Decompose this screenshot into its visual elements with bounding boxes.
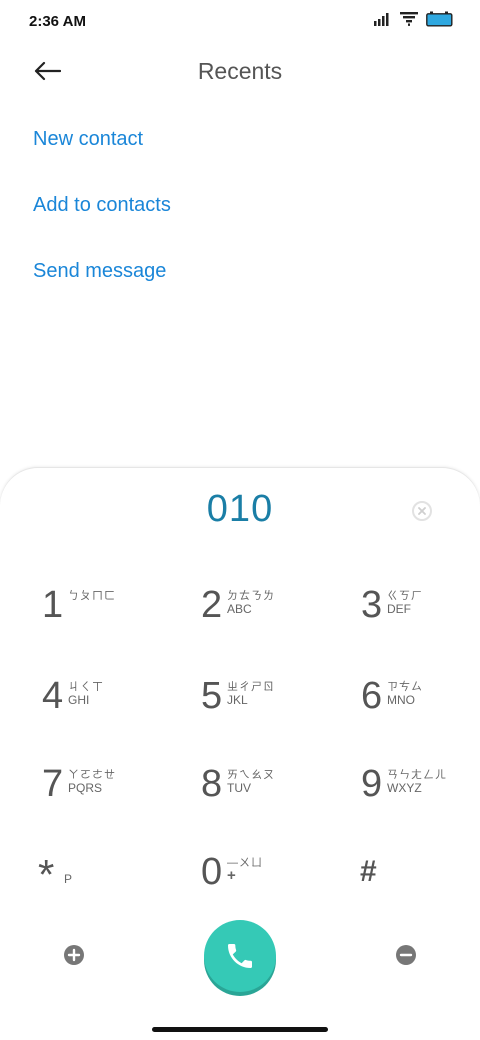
- key-letters: ABC: [227, 602, 252, 616]
- plus-icon: [64, 945, 84, 965]
- key-zhuyin: ㄍㄎㄏ: [387, 590, 423, 602]
- wifi-icon: [400, 12, 418, 26]
- key-letters: TUV: [227, 781, 251, 795]
- key-zhuyin: ㄢㄣㄤㄥㄦ: [387, 769, 447, 781]
- key-zhuyin: ㄅㄆㄇㄈ: [68, 590, 116, 602]
- key-digit: #: [360, 855, 377, 888]
- key-letters: MNO: [387, 693, 415, 707]
- key-zhuyin: ㄗㄘㄙ: [387, 681, 423, 693]
- key-digit: 2: [201, 584, 223, 626]
- key-digit: 8: [201, 763, 223, 805]
- key-digit: 1: [42, 584, 64, 626]
- key-digit: 6: [361, 675, 383, 717]
- remove-button[interactable]: [396, 945, 416, 965]
- key-zhuyin: ㄉㄊㄋㄌ: [227, 590, 275, 602]
- key-digit: 5: [201, 675, 223, 717]
- new-contact-link[interactable]: New contact: [33, 128, 143, 151]
- signal-icon: [374, 12, 392, 26]
- key-letters: JKL: [227, 693, 248, 707]
- clear-button[interactable]: [410, 499, 434, 523]
- battery-icon: [426, 11, 454, 27]
- key-zhuyin: ㄞㄟㄠㄡ: [227, 769, 275, 781]
- clear-icon: [410, 499, 434, 523]
- key-3[interactable]: 3 ㄍㄎㄏ DEF: [361, 583, 480, 643]
- key-letters: +: [227, 867, 236, 884]
- key-hash[interactable]: #: [360, 850, 480, 910]
- key-2[interactable]: 2 ㄉㄊㄋㄌ ABC: [201, 583, 321, 643]
- add-button[interactable]: [64, 945, 84, 965]
- page-title: Recents: [197, 58, 283, 84]
- phone-icon: [224, 940, 256, 972]
- key-digit: *: [38, 851, 55, 898]
- call-button[interactable]: [204, 920, 276, 992]
- key-letters: P: [64, 872, 73, 886]
- send-message-link[interactable]: Send message: [33, 260, 166, 283]
- key-digit: 3: [361, 584, 383, 626]
- minus-icon: [396, 945, 416, 965]
- dialed-number: 010: [206, 488, 274, 530]
- status-time: 2:36 AM: [29, 13, 86, 30]
- key-star[interactable]: * P: [38, 850, 158, 910]
- key-5[interactable]: 5 ㄓㄔㄕㄖ JKL: [201, 674, 321, 734]
- key-digit: 7: [42, 763, 64, 805]
- key-9[interactable]: 9 ㄢㄣㄤㄥㄦ WXYZ: [361, 762, 480, 822]
- key-letters: DEF: [387, 602, 411, 616]
- key-1[interactable]: 1 ㄅㄆㄇㄈ: [42, 583, 162, 643]
- key-6[interactable]: 6 ㄗㄘㄙ MNO: [361, 674, 480, 734]
- key-7[interactable]: 7 ㄚㄛㄜㄝ PQRS: [42, 762, 162, 822]
- key-letters: GHI: [68, 693, 90, 707]
- key-zhuyin: ㄚㄛㄜㄝ: [68, 769, 116, 781]
- key-zhuyin: ㄐㄑㄒ: [68, 681, 104, 693]
- key-0[interactable]: 0 —ㄨㄩ +: [201, 850, 321, 910]
- key-letters: PQRS: [68, 781, 103, 795]
- home-indicator[interactable]: [152, 1027, 328, 1032]
- key-digit: 9: [361, 763, 383, 805]
- status-bar: 2:36 AM: [0, 0, 480, 44]
- key-letters: WXYZ: [387, 781, 422, 795]
- key-digit: 0: [201, 851, 223, 893]
- key-zhuyin: ㄓㄔㄕㄖ: [227, 681, 275, 693]
- key-8[interactable]: 8 ㄞㄟㄠㄡ TUV: [201, 762, 321, 822]
- key-4[interactable]: 4 ㄐㄑㄒ GHI: [42, 674, 162, 734]
- status-icons: [374, 11, 454, 27]
- key-digit: 4: [42, 675, 64, 717]
- add-to-contacts-link[interactable]: Add to contacts: [33, 194, 171, 217]
